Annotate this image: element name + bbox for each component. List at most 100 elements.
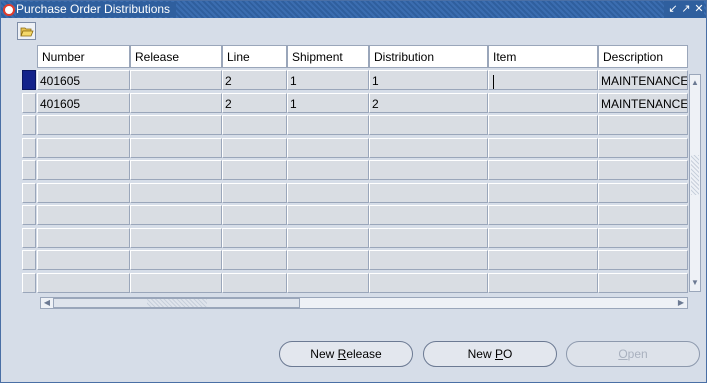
cell-description[interactable] xyxy=(598,182,688,203)
scroll-down-icon[interactable]: ▼ xyxy=(690,277,700,289)
column-header-release[interactable]: Release xyxy=(130,45,222,68)
cell-distribution[interactable] xyxy=(369,160,488,180)
open-button[interactable]: Open xyxy=(566,341,700,367)
cell-release[interactable] xyxy=(130,272,222,293)
cell-item[interactable] xyxy=(488,272,598,293)
scroll-right-icon[interactable]: ▶ xyxy=(676,298,686,308)
cell-number[interactable]: 401605 xyxy=(37,92,130,113)
cell-description[interactable] xyxy=(598,137,688,158)
cell-number[interactable] xyxy=(37,250,130,270)
cell-line[interactable] xyxy=(222,182,287,203)
column-header-distribution[interactable]: Distribution xyxy=(369,45,488,68)
cell-item[interactable] xyxy=(488,137,598,158)
cell-line[interactable] xyxy=(222,227,287,248)
cell-distribution[interactable] xyxy=(369,205,488,225)
cell-distribution[interactable] xyxy=(369,182,488,203)
cell-item[interactable] xyxy=(488,92,598,113)
row-selector[interactable] xyxy=(22,250,36,270)
column-header-shipment[interactable]: Shipment xyxy=(287,45,369,68)
cell-distribution[interactable] xyxy=(369,137,488,158)
cell-distribution[interactable]: 2 xyxy=(369,92,488,113)
row-selector[interactable] xyxy=(22,272,36,293)
title-bar[interactable]: Purchase Order Distributions ↙ ↗ ✕ xyxy=(1,1,706,18)
cell-release[interactable] xyxy=(130,160,222,180)
cell-line[interactable] xyxy=(222,137,287,158)
cell-shipment[interactable] xyxy=(287,182,369,203)
cell-distribution[interactable]: 1 xyxy=(369,70,488,90)
cell-release[interactable] xyxy=(130,70,222,90)
new-release-button[interactable]: New Release xyxy=(279,341,413,367)
cell-description[interactable] xyxy=(598,227,688,248)
cell-distribution[interactable] xyxy=(369,250,488,270)
cell-item[interactable] xyxy=(488,250,598,270)
cell-release[interactable] xyxy=(130,250,222,270)
row-selector[interactable] xyxy=(22,227,36,248)
cell-line[interactable] xyxy=(222,272,287,293)
cell-line[interactable] xyxy=(222,115,287,135)
row-selector[interactable] xyxy=(22,137,36,158)
cell-shipment[interactable] xyxy=(287,115,369,135)
cell-description[interactable] xyxy=(598,272,688,293)
cell-item[interactable] xyxy=(488,205,598,225)
cell-number[interactable] xyxy=(37,182,130,203)
cell-shipment[interactable]: 1 xyxy=(287,92,369,113)
row-selector[interactable] xyxy=(22,205,36,225)
scroll-up-icon[interactable]: ▲ xyxy=(690,77,700,89)
cell-distribution[interactable] xyxy=(369,272,488,293)
cell-item[interactable] xyxy=(488,115,598,135)
cell-number[interactable] xyxy=(37,115,130,135)
cell-description[interactable]: MAINTENANCE xyxy=(598,70,688,90)
close-icon[interactable]: ✕ xyxy=(694,2,704,17)
row-selector[interactable] xyxy=(22,160,36,180)
scroll-left-icon[interactable]: ◀ xyxy=(42,298,52,308)
cell-description[interactable] xyxy=(598,250,688,270)
cell-description[interactable] xyxy=(598,115,688,135)
cell-description[interactable] xyxy=(598,205,688,225)
cell-release[interactable] xyxy=(130,92,222,113)
cell-shipment[interactable] xyxy=(287,205,369,225)
cell-line[interactable]: 2 xyxy=(222,92,287,113)
minimize-icon[interactable]: ↙ xyxy=(668,2,678,17)
cell-item[interactable] xyxy=(488,160,598,180)
vertical-scrollbar[interactable]: ▲ ▼ xyxy=(689,74,701,292)
cell-shipment[interactable] xyxy=(287,227,369,248)
row-selector[interactable] xyxy=(22,92,36,113)
cell-line[interactable] xyxy=(222,250,287,270)
column-header-line[interactable]: Line xyxy=(222,45,287,68)
cell-item[interactable] xyxy=(488,182,598,203)
cell-distribution[interactable] xyxy=(369,227,488,248)
cell-line[interactable]: 2 xyxy=(222,70,287,90)
cell-number[interactable] xyxy=(37,227,130,248)
folder-open-icon[interactable] xyxy=(17,22,36,40)
cell-number[interactable] xyxy=(37,272,130,293)
cell-shipment[interactable] xyxy=(287,137,369,158)
cell-shipment[interactable] xyxy=(287,250,369,270)
cell-item[interactable] xyxy=(488,70,598,90)
cell-shipment[interactable] xyxy=(287,160,369,180)
cell-release[interactable] xyxy=(130,227,222,248)
row-selector[interactable] xyxy=(22,115,36,135)
cell-description[interactable]: MAINTENANCE xyxy=(598,92,688,113)
cell-release[interactable] xyxy=(130,137,222,158)
cell-number[interactable] xyxy=(37,205,130,225)
cell-description[interactable] xyxy=(598,160,688,180)
horizontal-scroll-thumb[interactable] xyxy=(53,298,300,308)
maximize-icon[interactable]: ↗ xyxy=(681,2,691,17)
column-header-number[interactable]: Number xyxy=(37,45,130,68)
row-selector[interactable] xyxy=(22,70,36,90)
new-po-button[interactable]: New PO xyxy=(423,341,557,367)
scroll-thumb[interactable] xyxy=(691,155,699,195)
cell-item[interactable] xyxy=(488,227,598,248)
cell-shipment[interactable] xyxy=(287,272,369,293)
cell-release[interactable] xyxy=(130,205,222,225)
cell-distribution[interactable] xyxy=(369,115,488,135)
column-header-description[interactable]: Description xyxy=(598,45,688,68)
cell-line[interactable] xyxy=(222,205,287,225)
cell-number[interactable] xyxy=(37,160,130,180)
cell-line[interactable] xyxy=(222,160,287,180)
cell-number[interactable] xyxy=(37,137,130,158)
row-selector[interactable] xyxy=(22,182,36,203)
column-header-item[interactable]: Item xyxy=(488,45,598,68)
horizontal-scrollbar[interactable]: ◀ ▶ xyxy=(40,297,688,309)
cell-release[interactable] xyxy=(130,182,222,203)
